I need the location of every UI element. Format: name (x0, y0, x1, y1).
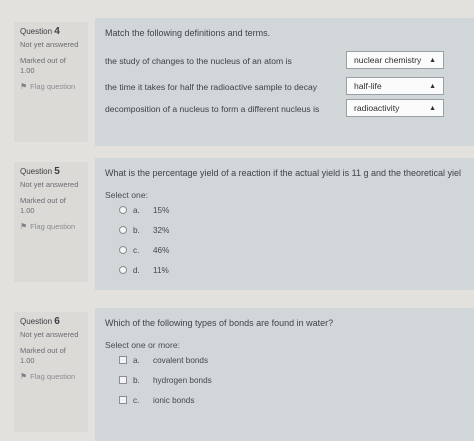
answer-option[interactable]: a. 15% (105, 200, 464, 220)
option-text: ionic bonds (153, 395, 195, 405)
question-4-number: Question 4 (20, 27, 82, 37)
flag-icon: ⚑ (20, 82, 28, 91)
select-label: Select one or more: (105, 340, 180, 350)
answer-option[interactable]: d. 11% (105, 260, 464, 280)
question-5-info: Question 5 Not yet answered Marked out o… (14, 162, 88, 282)
flag-label: Flag question (30, 372, 76, 381)
radio-button[interactable] (119, 206, 127, 214)
checkbox[interactable] (119, 356, 127, 364)
question-5-status: Not yet answered (20, 180, 79, 189)
question-4-flag[interactable]: ⚑ Flag question (20, 82, 82, 92)
match-select-1[interactable]: nuclear chemistry ▲︎ (346, 51, 444, 69)
select-value: nuclear chemistry (354, 55, 422, 65)
question-6-content: Which of the following types of bonds ar… (95, 308, 474, 441)
question-number: 5 (54, 166, 60, 177)
match-definition: the study of changes to the nucleus of a… (105, 56, 292, 66)
question-6-text: Which of the following types of bonds ar… (105, 318, 334, 328)
option-text: hydrogen bonds (153, 375, 212, 385)
option-letter: b. (133, 375, 140, 385)
question-5-text: What is the percentage yield of a reacti… (105, 168, 462, 178)
checkbox[interactable] (119, 396, 127, 404)
question-6-status: Not yet answered (20, 330, 79, 339)
question-label: Question (20, 317, 53, 326)
question-6-number: Question 6 (20, 317, 82, 327)
question-5-flag[interactable]: ⚑ Flag question (20, 222, 82, 232)
answer-option[interactable]: b. hydrogen bonds (105, 370, 464, 390)
flag-label: Flag question (30, 222, 76, 231)
question-6-marked: Marked out of 1.00 (20, 346, 66, 365)
radio-button[interactable] (119, 266, 127, 274)
flag-icon: ⚑ (20, 372, 28, 381)
checkbox[interactable] (119, 376, 127, 384)
match-select-3[interactable]: radioactivity ▲︎ (346, 99, 444, 117)
answer-option[interactable]: b. 32% (105, 220, 464, 240)
radio-button[interactable] (119, 246, 127, 254)
question-4-marked: Marked out of 1.00 (20, 56, 66, 75)
updown-arrow-icon: ▲︎ (429, 82, 436, 90)
option-letter: b. (133, 225, 140, 235)
question-4-status: Not yet answered (20, 40, 79, 49)
updown-arrow-icon: ▲︎ (429, 56, 436, 64)
option-text: 11% (153, 265, 169, 275)
option-letter: a. (133, 205, 140, 215)
option-text: 32% (153, 225, 170, 235)
match-select-2[interactable]: half-life ▲︎ (346, 77, 444, 95)
question-6-info: Question 6 Not yet answered Marked out o… (14, 312, 88, 432)
flag-label: Flag question (30, 82, 76, 91)
question-5-number: Question 5 (20, 167, 82, 177)
option-letter: d. (133, 265, 140, 275)
match-definition: the time it takes for half the radioacti… (105, 82, 318, 92)
question-4-content: Match the following definitions and term… (95, 18, 474, 146)
question-label: Question (20, 27, 53, 36)
option-letter: c. (133, 245, 140, 255)
answer-option[interactable]: c. ionic bonds (105, 390, 464, 410)
select-value: half-life (354, 81, 382, 91)
question-number: 4 (54, 26, 60, 37)
option-text: 46% (153, 245, 170, 255)
question-4-text: Match the following definitions and term… (105, 28, 271, 38)
option-letter: a. (133, 355, 140, 365)
select-value: radioactivity (354, 103, 400, 113)
question-6-flag[interactable]: ⚑ Flag question (20, 372, 82, 382)
select-one-label: Select one: (105, 190, 148, 200)
question-number: 6 (54, 316, 60, 327)
option-text: covalent bonds (153, 355, 209, 365)
answer-option[interactable]: c. 46% (105, 240, 464, 260)
question-4-info: Question 4 Not yet answered Marked out o… (14, 22, 88, 142)
option-letter: c. (133, 395, 140, 405)
option-text: 15% (153, 205, 170, 215)
question-5-content: What is the percentage yield of a reacti… (95, 158, 474, 290)
answer-option[interactable]: a. covalent bonds (105, 350, 464, 370)
match-definition: decomposition of a nucleus to form a dif… (105, 104, 320, 114)
radio-button[interactable] (119, 226, 127, 234)
updown-arrow-icon: ▲︎ (429, 104, 436, 112)
flag-icon: ⚑ (20, 222, 28, 231)
question-label: Question (20, 167, 53, 176)
question-5-marked: Marked out of 1.00 (20, 196, 66, 215)
